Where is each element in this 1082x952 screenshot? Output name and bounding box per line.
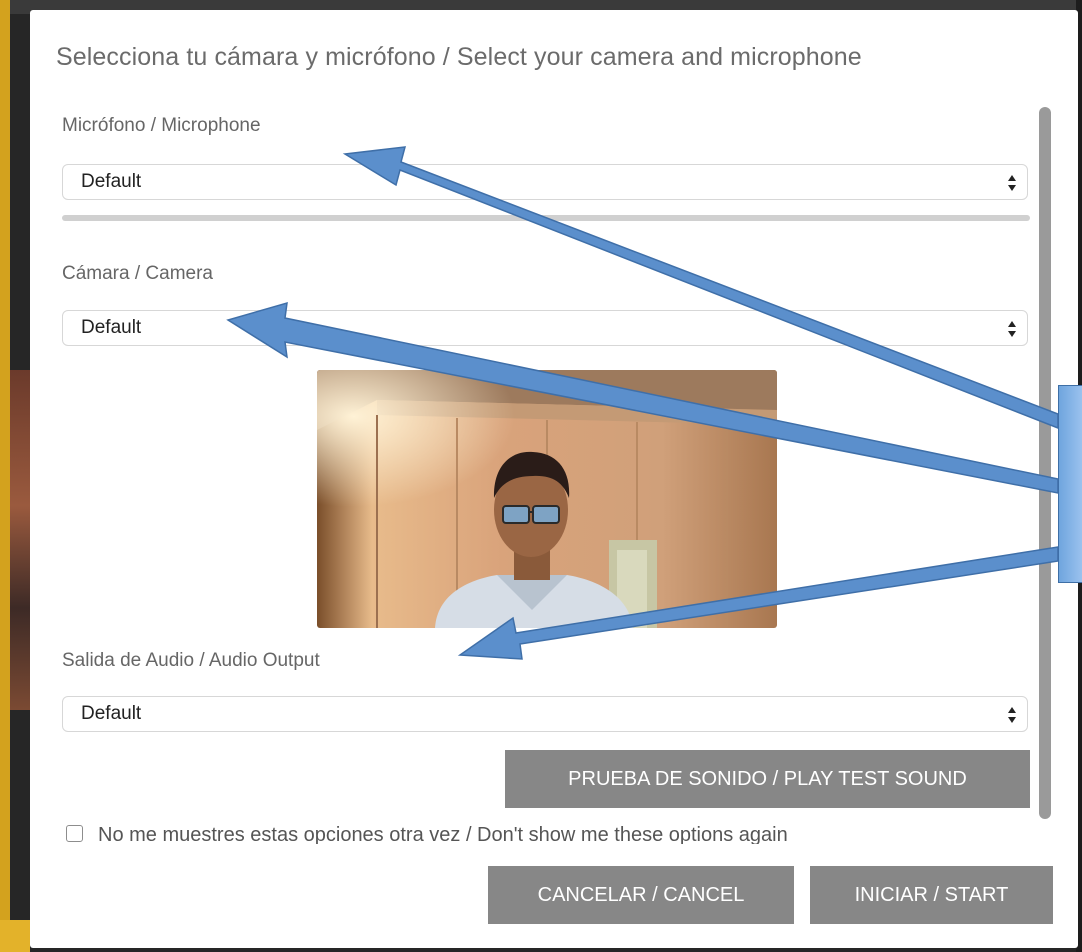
background-corner (0, 920, 30, 952)
microphone-select[interactable]: Default (62, 164, 1028, 200)
background-photo (10, 370, 30, 710)
cancel-button[interactable]: CANCELAR / CANCEL (488, 866, 794, 924)
audio-output-select[interactable]: Default (62, 696, 1028, 732)
camera-preview-image (317, 370, 777, 628)
audio-output-label: Salida de Audio / Audio Output (62, 650, 320, 671)
dialog-title: Selecciona tu cámara y micrófono / Selec… (56, 43, 862, 71)
select-arrows-icon (1008, 321, 1016, 337)
camera-label: Cámara / Camera (62, 263, 213, 284)
dont-show-again-label: No me muestres estas opciones otra vez /… (98, 824, 788, 844)
camera-preview (317, 370, 777, 628)
section-divider (62, 215, 1030, 221)
camera-select[interactable]: Default (62, 310, 1028, 346)
background-edge (0, 0, 10, 952)
audio-output-select-value: Default (81, 703, 142, 724)
select-arrows-icon (1008, 707, 1016, 723)
dont-show-again-row[interactable]: No me muestres estas opciones otra vez /… (66, 822, 1026, 844)
camera-select-value: Default (81, 317, 142, 338)
start-button[interactable]: INICIAR / START (810, 866, 1053, 924)
microphone-label: Micrófono / Microphone (62, 115, 261, 136)
play-test-sound-button[interactable]: PRUEBA DE SONIDO / PLAY TEST SOUND (505, 750, 1030, 808)
select-arrows-icon (1008, 175, 1016, 191)
annotation-callout-box (1058, 385, 1082, 583)
device-select-dialog: Selecciona tu cámara y micrófono / Selec… (30, 10, 1078, 948)
scrollbar[interactable] (1039, 107, 1051, 819)
dont-show-again-checkbox[interactable] (66, 825, 83, 842)
microphone-select-value: Default (81, 171, 142, 192)
